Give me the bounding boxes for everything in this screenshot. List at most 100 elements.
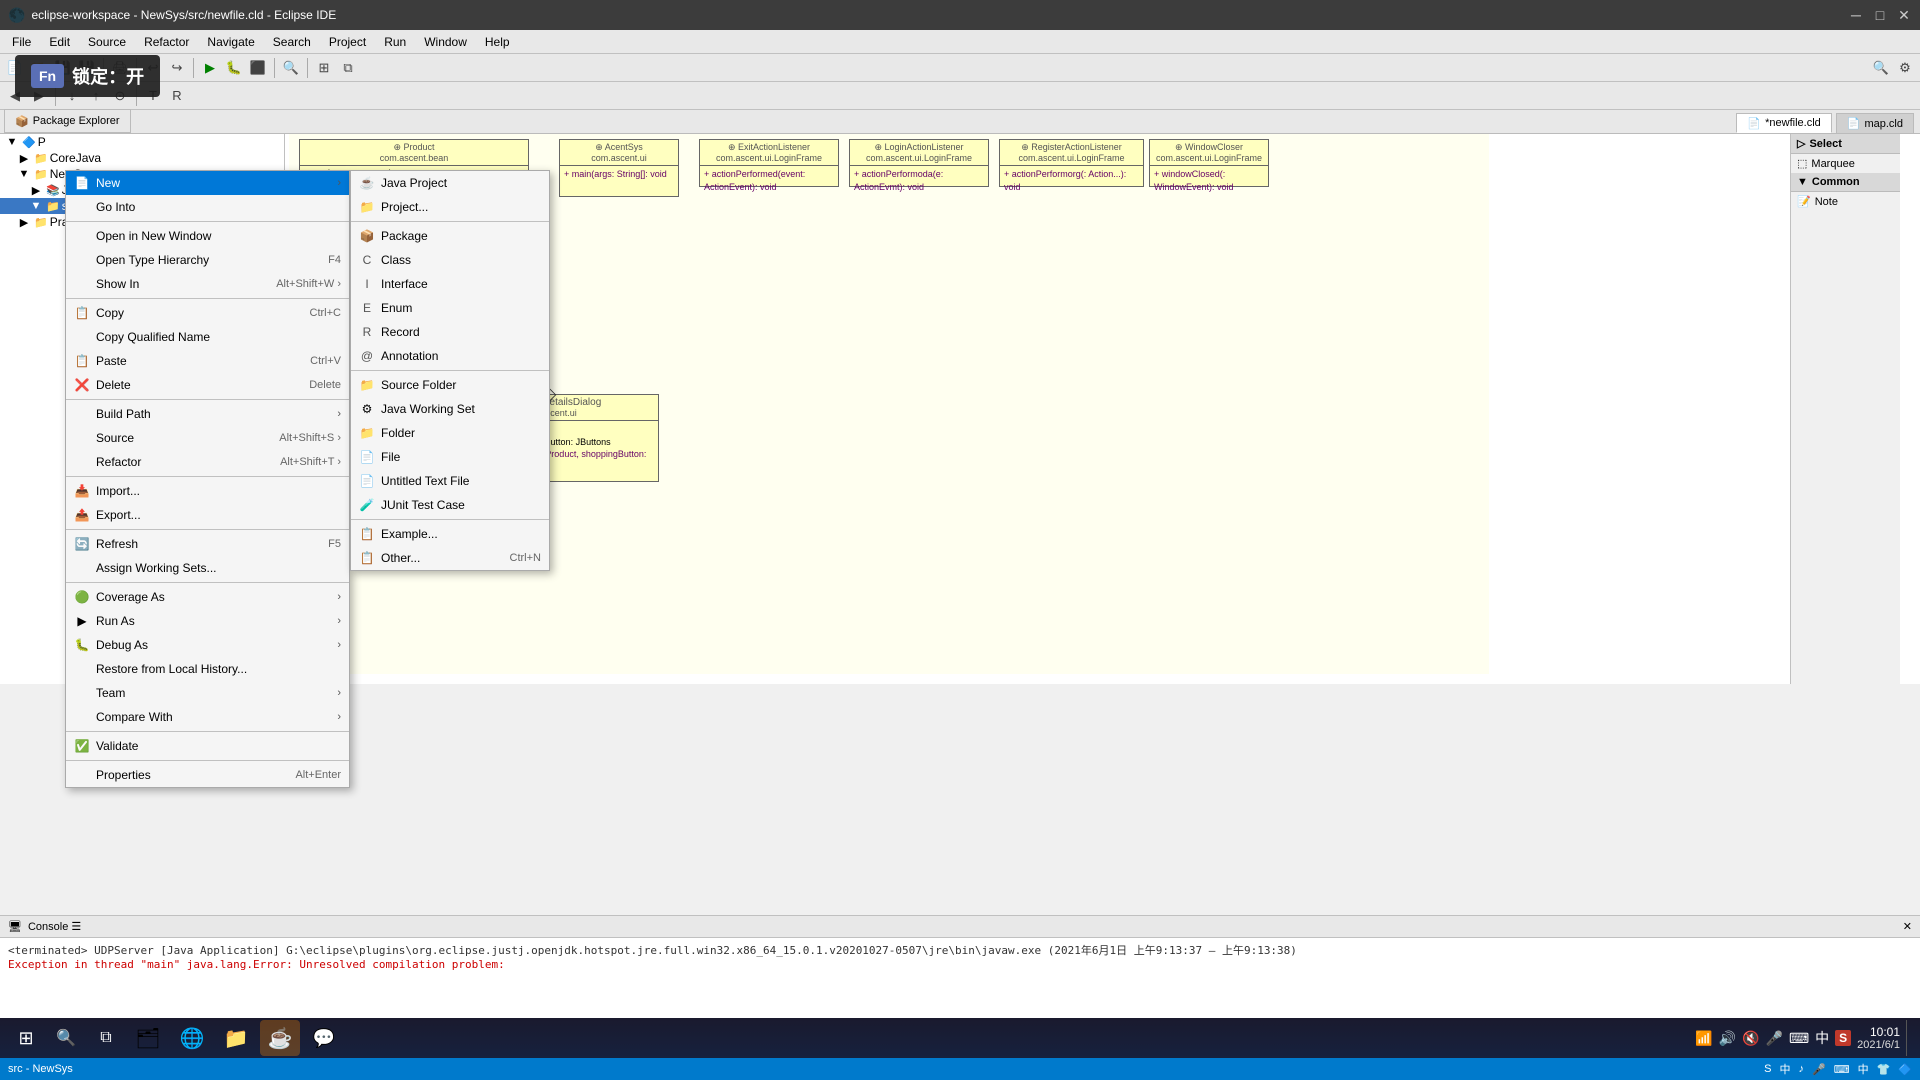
ctx-export[interactable]: 📤 Export... [66,503,349,527]
menu-navigate[interactable]: Navigate [199,33,262,51]
maximize-button[interactable]: □ [1872,7,1888,23]
taskbar-edge[interactable]: 🌐 [172,1020,212,1056]
sub-class[interactable]: C Class [351,248,549,272]
ctx-paste[interactable]: 📋 Paste Ctrl+V [66,349,349,373]
tab-newfile-label: *newfile.cld [1765,117,1821,129]
sub-junit[interactable]: 🧪 JUnit Test Case [351,493,549,517]
sub-enum[interactable]: E Enum [351,296,549,320]
menu-window[interactable]: Window [416,33,475,51]
uml-wc-body: + windowClosed(: WindowEvent): void [1150,166,1268,186]
sub-annotation[interactable]: @ Annotation [351,344,549,368]
ctx-copy[interactable]: 📋 Copy Ctrl+C [66,301,349,325]
menu-edit[interactable]: Edit [41,33,78,51]
keyboard-indicator: Fn 锁定：开 [15,55,160,97]
ctx-show-in[interactable]: Show In Alt+Shift+W › [66,272,349,296]
open-resource-btn[interactable]: R [166,85,188,107]
sub-record[interactable]: R Record [351,320,549,344]
taskbar-java[interactable]: ☕ [260,1020,300,1056]
search-top-btn[interactable]: 🔍 [1870,57,1892,79]
sub-java-project[interactable]: ☕ Java Project [351,171,549,195]
show-desktop-btn[interactable] [1906,1020,1912,1056]
search-button[interactable]: 🔍 [48,1020,84,1056]
ctx-ra-icon: ▶ [74,613,90,629]
stop-btn[interactable]: ⬛ [247,57,269,79]
sub-p-label: Project... [381,200,428,214]
sub-example[interactable]: 📋 Example... [351,522,549,546]
uml-box-login[interactable]: ⊕ LoginActionListener com.ascent.ui.Logi… [849,139,989,187]
ctx-build-path[interactable]: Build Path › [66,402,349,426]
ctx-ref-shortcut: Alt+Shift+T › [280,456,341,468]
debug-btn[interactable]: 🐛 [223,57,245,79]
ctx-new[interactable]: 📄 New › [66,171,349,195]
taskbar-file-explorer[interactable]: 🗂 [128,1020,168,1056]
uml-box-windowcloser[interactable]: ⊕ WindowCloser com.ascent.ui.LoginFrame … [1149,139,1269,187]
palette-select-header[interactable]: ▷ Select [1791,134,1900,154]
taskbar-wechat[interactable]: 💬 [304,1020,344,1056]
taskbar-explorer2[interactable]: 📁 [216,1020,256,1056]
ctx-ra-arrow: › [337,615,341,627]
sub-java-working-set[interactable]: ⚙ Java Working Set [351,397,549,421]
menubar: File Edit Source Refactor Navigate Searc… [0,30,1920,54]
menu-run[interactable]: Run [376,33,414,51]
tree-item-p[interactable]: ▼ 🔷 P [0,134,284,150]
ctx-delete-icon: ❌ [74,377,90,393]
ctx-rh-label: Restore from Local History... [96,662,247,676]
ctx-import[interactable]: 📥 Import... [66,479,349,503]
console-area: 🖥 Console ☰ ✕ <terminated> UDPServer [Ja… [0,915,1920,1025]
menu-help[interactable]: Help [477,33,518,51]
sub-folder[interactable]: 📁 Folder [351,421,549,445]
minimize-button[interactable]: ─ [1848,7,1864,23]
uml-box-register[interactable]: ⊕ RegisterActionListener com.ascent.ui.L… [999,139,1144,187]
palette-note[interactable]: 📝 Note [1791,192,1900,211]
redo-btn[interactable]: ↪ [166,57,188,79]
ctx-delete[interactable]: ❌ Delete Delete [66,373,349,397]
palette-common-header[interactable]: ▼ Common [1791,173,1900,192]
ctx-open-new-window[interactable]: Open in New Window [66,224,349,248]
ctx-open-type-hierarchy[interactable]: Open Type Hierarchy F4 [66,248,349,272]
ctx-properties[interactable]: Properties Alt+Enter [66,763,349,787]
run-btn[interactable]: ▶ [199,57,221,79]
palette-marquee[interactable]: ⬚ Marquee [1791,154,1900,173]
task-view-button[interactable]: ⧉ [88,1020,124,1056]
uml-box-acentsys[interactable]: ⊕ AcentSys com.ascent.ui + main(args: St… [559,139,679,197]
menu-refactor[interactable]: Refactor [136,33,197,51]
sub-source-folder[interactable]: 📁 Source Folder [351,373,549,397]
sub-other[interactable]: 📋 Other... Ctrl+N [351,546,549,570]
titlebar-controls[interactable]: ─ □ ✕ [1848,7,1912,23]
clock[interactable]: 10:01 2021/6/1 [1857,1025,1900,1051]
settings-btn[interactable]: ⚙ [1894,57,1916,79]
ctx-copy-qualified[interactable]: Copy Qualified Name [66,325,349,349]
ctx-gointo[interactable]: Go Into [66,195,349,219]
menu-file[interactable]: File [4,33,39,51]
tree-item-corejava[interactable]: ▶ 📁 CoreJava [0,150,284,166]
ctx-run-as[interactable]: ▶ Run As › [66,609,349,633]
sub-untitled-text[interactable]: 📄 Untitled Text File [351,469,549,493]
sub-package[interactable]: 📦 Package [351,224,549,248]
ctx-compare-with[interactable]: Compare With › [66,705,349,729]
menu-source[interactable]: Source [80,33,134,51]
ctx-refresh[interactable]: 🔄 Refresh F5 [66,532,349,556]
ctx-coverage-as[interactable]: 🟢 Coverage As › [66,585,349,609]
tab-map[interactable]: 📄 map.cld [1836,113,1914,133]
views-btn[interactable]: ⧉ [337,57,359,79]
systray-mute: 🔇 [1742,1030,1759,1047]
perspective-btn[interactable]: ⊞ [313,57,335,79]
sub-interface[interactable]: I Interface [351,272,549,296]
ctx-debug-as[interactable]: 🐛 Debug As › [66,633,349,657]
start-button[interactable]: ⊞ [8,1020,44,1056]
sub-file[interactable]: 📄 File [351,445,549,469]
console-close-icon[interactable]: ✕ [1903,920,1912,933]
ctx-source[interactable]: Source Alt+Shift+S › [66,426,349,450]
close-button[interactable]: ✕ [1896,7,1912,23]
search-btn[interactable]: 🔍 [280,57,302,79]
menu-project[interactable]: Project [321,33,374,51]
menu-search[interactable]: Search [265,33,319,51]
ctx-team[interactable]: Team › [66,681,349,705]
uml-box-exit[interactable]: ⊕ ExitActionListener com.ascent.ui.Login… [699,139,839,187]
ctx-validate[interactable]: ✅ Validate [66,734,349,758]
tab-newfile[interactable]: 📄 *newfile.cld [1736,113,1831,133]
ctx-refactor[interactable]: Refactor Alt+Shift+T › [66,450,349,474]
sub-project[interactable]: 📁 Project... [351,195,549,219]
ctx-restore-history[interactable]: Restore from Local History... [66,657,349,681]
ctx-assign-working-sets[interactable]: Assign Working Sets... [66,556,349,580]
